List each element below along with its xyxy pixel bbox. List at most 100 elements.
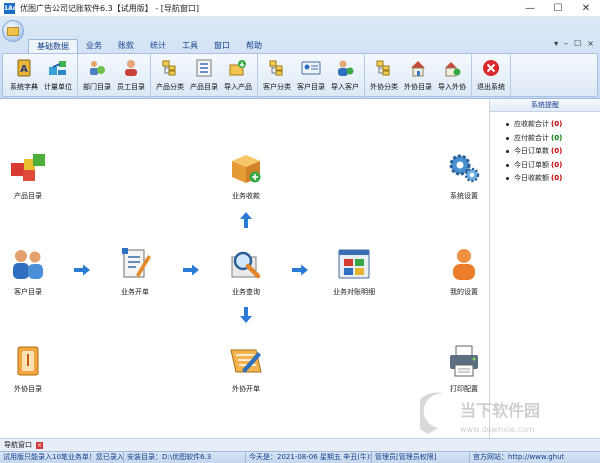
nav-print-config[interactable]: 打印配置 — [444, 344, 484, 394]
arrow-right-icon — [183, 264, 199, 276]
gears-icon — [449, 154, 480, 183]
tab-basic-data[interactable]: 基础数据 — [28, 39, 78, 53]
close-tab-icon[interactable]: × — [36, 441, 43, 449]
import-customer-button[interactable]: 导入客户 — [331, 54, 359, 98]
nav-my-settings[interactable]: 我的设置 — [444, 247, 484, 297]
status-bar: 试用版只能录入10笔业务单！您已录入了 安装目录：D:\优图软件6.3 今天是：… — [0, 451, 600, 463]
product-list-icon — [194, 58, 214, 78]
bullet-icon — [506, 177, 509, 181]
svg-text:A: A — [20, 64, 28, 75]
nav-customer-catalog[interactable]: 客户目录 — [8, 247, 48, 297]
department-label: 部门目录 — [83, 83, 111, 91]
status-website-url[interactable]: http://www.ghut — [508, 453, 564, 461]
nav-outsource-order[interactable]: 外协开单 — [226, 344, 266, 394]
import-product-button[interactable]: 导入产品 — [224, 54, 252, 98]
mdi-restore-button[interactable]: ☐ — [574, 39, 581, 48]
reminder-count: (0) — [551, 133, 563, 142]
department-button[interactable]: 部门目录 — [83, 54, 111, 98]
tab-statistics[interactable]: 统计 — [142, 39, 174, 53]
reminder-item[interactable]: 应收款合计 (0) — [506, 118, 600, 132]
reminder-count: (0) — [551, 147, 563, 155]
outsource-category-button[interactable]: 外协分类 — [370, 54, 398, 98]
outsource-list-label: 外协目录 — [404, 83, 432, 91]
units-label: 计量单位 — [44, 83, 72, 91]
outsource-category-label: 外协分类 — [370, 83, 398, 91]
outsource-category-icon — [374, 58, 394, 78]
status-website[interactable]: 官方网站：http://www.ghut — [470, 452, 600, 463]
status-user: 管理员[管理员权限] — [372, 452, 470, 463]
house-icon — [408, 58, 428, 78]
window-controls: — ☐ ✕ — [516, 0, 600, 17]
user-icon — [453, 249, 475, 280]
tab-navigation-window[interactable]: 导航窗口 × — [0, 440, 43, 450]
nav-business-query[interactable]: 业务查询 — [226, 247, 266, 297]
customer-category-button[interactable]: 客户分类 — [263, 54, 291, 98]
nav-outsource-catalog-label: 外协目录 — [14, 385, 42, 393]
outsource-device-icon — [17, 346, 39, 376]
tab-window[interactable]: 窗口 — [206, 39, 238, 53]
tab-business[interactable]: 业务 — [78, 39, 110, 53]
nav-business-order[interactable]: 业务开单 — [115, 247, 155, 297]
nav-outsource-catalog[interactable]: 外协目录 — [8, 344, 48, 394]
arrow-right-icon — [292, 264, 308, 276]
exit-icon — [481, 58, 501, 78]
product-category-icon — [160, 58, 180, 78]
nav-business-receipt[interactable]: 业务收款 — [226, 151, 266, 201]
nav-system-settings[interactable]: 系统设置 — [444, 151, 484, 201]
tab-accounts[interactable]: 账款 — [110, 39, 142, 53]
mdi-close-button[interactable]: × — [587, 39, 594, 48]
units-button[interactable]: 计量单位 — [44, 54, 72, 98]
reminder-list: 应收款合计 (0) 应付款合计 (0) 今日订单数 (0) 今日订单额 (0) 今日收款… — [490, 112, 600, 186]
title-bar: 1Ad 优图广告公司记账软件6.3【试用版】 - [导航窗口] — ☐ ✕ — [0, 0, 600, 17]
import-outsource-label: 导入外协 — [438, 83, 466, 91]
maximize-button[interactable]: ☐ — [544, 0, 572, 17]
folder-icon — [7, 26, 19, 36]
tab-navigation-window-label: 导航窗口 — [4, 441, 32, 449]
status-date: 今天是：2021-08-06 星期五 辛丑(牛)年 7 — [246, 452, 372, 463]
arrow-down-icon — [240, 307, 252, 323]
nav-product-catalog-label: 产品目录 — [14, 192, 42, 200]
import-product-label: 导入产品 — [224, 83, 252, 91]
employee-label: 员工目录 — [117, 83, 145, 91]
product-list-button[interactable]: 产品目录 — [190, 54, 218, 98]
import-outsource-button[interactable]: 导入外协 — [438, 54, 466, 98]
nav-product-catalog[interactable]: 产品目录 — [8, 151, 48, 201]
minimize-button[interactable]: — — [516, 0, 544, 17]
bullet-icon — [506, 150, 509, 154]
bullet-icon — [506, 136, 509, 140]
reminder-item[interactable]: 今日收款额 (0) — [506, 172, 600, 186]
document-tab-strip: 导航窗口 × — [0, 438, 600, 451]
close-button[interactable]: ✕ — [572, 0, 600, 17]
reminder-label: 今日收款额 — [514, 174, 549, 182]
nav-business-statement[interactable]: 业务对账明细 — [333, 247, 375, 297]
exit-button[interactable]: 退出系统 — [477, 54, 505, 98]
reminder-item[interactable]: 今日订单额 (0) — [506, 159, 600, 173]
import-customer-icon — [335, 58, 355, 78]
reminder-item[interactable]: 应付款合计 (0) — [506, 132, 600, 146]
nav-business-order-label: 业务开单 — [121, 288, 149, 296]
watermark-url: www.downxia.com — [460, 425, 535, 434]
nav-business-receipt-label: 业务收款 — [232, 192, 260, 200]
mdi-minimize-button[interactable]: – — [564, 39, 568, 48]
department-icon — [87, 58, 107, 78]
outsource-list-button[interactable]: 外协目录 — [404, 54, 432, 98]
tab-help[interactable]: 帮助 — [238, 39, 270, 53]
employee-button[interactable]: 员工目录 — [117, 54, 145, 98]
customer-list-button[interactable]: 客户目录 — [297, 54, 325, 98]
product-category-button[interactable]: 产品分类 — [156, 54, 184, 98]
dictionary-button[interactable]: A 系统字典 — [10, 54, 38, 98]
app-menu-button[interactable] — [2, 20, 24, 42]
status-website-label: 官方网站： — [473, 453, 508, 461]
ribbon-options-button[interactable]: ▾ — [554, 39, 558, 48]
tab-tools[interactable]: 工具 — [174, 39, 206, 53]
ribbon-group-products: 产品分类 产品目录 导入产品 — [151, 54, 258, 98]
bullet-icon — [506, 163, 509, 167]
nav-customer-catalog-label: 客户目录 — [14, 288, 42, 296]
dictionary-icon: A — [14, 58, 34, 78]
employee-icon — [121, 58, 141, 78]
reminder-item[interactable]: 今日订单数 (0) — [506, 145, 600, 159]
ribbon-group-exit: 退出系统 — [472, 54, 511, 98]
nav-outsource-order-label: 外协开单 — [232, 385, 260, 393]
ribbon-panel: A 系统字典 计量单位 部门目录 员工目录 产品分类 产品目录 导入产品 客户分… — [2, 53, 598, 98]
reminder-label: 应付款合计 — [514, 133, 549, 142]
